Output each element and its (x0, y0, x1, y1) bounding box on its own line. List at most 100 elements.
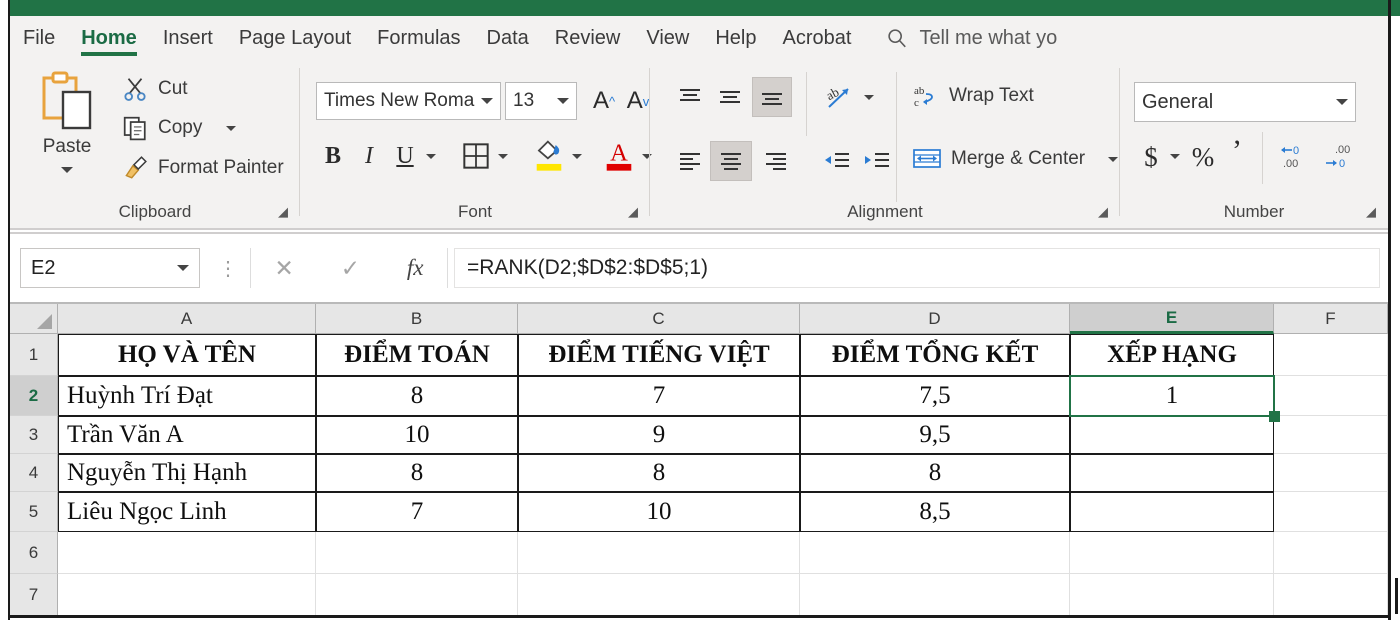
increase-indent-button[interactable] (858, 144, 896, 178)
cell-b1[interactable]: ĐIỂM TOÁN (316, 334, 518, 376)
cell-e4[interactable] (1070, 454, 1274, 492)
align-right-button[interactable] (758, 144, 794, 178)
cell-b5[interactable]: 7 (316, 492, 518, 532)
format-painter-button[interactable]: Format Painter (122, 155, 284, 181)
paste-button[interactable]: Paste (24, 70, 110, 195)
cell-c5[interactable]: 10 (518, 492, 800, 532)
cell-c7[interactable] (518, 574, 800, 616)
number-dialog-launcher-icon[interactable]: ◢ (1366, 204, 1376, 220)
font-name-chevron-down-icon[interactable] (481, 98, 493, 104)
tab-formulas[interactable]: Formulas (364, 16, 473, 60)
cell-b4[interactable]: 8 (316, 454, 518, 492)
underline-button[interactable]: U (388, 138, 422, 174)
font-color-button[interactable]: A (600, 134, 638, 176)
cell-e6[interactable] (1070, 532, 1274, 574)
tab-data[interactable]: Data (474, 16, 542, 60)
cell-b2[interactable]: 8 (316, 376, 518, 416)
cell-e7[interactable] (1070, 574, 1274, 616)
row-header-5[interactable]: 5 (10, 492, 58, 532)
tab-help[interactable]: Help (702, 16, 769, 60)
column-header-d[interactable]: D (800, 304, 1070, 334)
tab-page-layout[interactable]: Page Layout (226, 16, 364, 60)
underline-chevron-down-icon[interactable] (424, 150, 438, 162)
cell-c4[interactable]: 8 (518, 454, 800, 492)
font-dialog-launcher-icon[interactable]: ◢ (628, 204, 638, 220)
column-header-b[interactable]: B (316, 304, 518, 334)
fill-color-chevron-down-icon[interactable] (570, 150, 584, 162)
cell-d6[interactable] (800, 532, 1070, 574)
cell-f3[interactable] (1274, 416, 1388, 454)
cell-b7[interactable] (316, 574, 518, 616)
cell-e2[interactable]: 1 (1070, 376, 1274, 416)
cell-c2[interactable]: 7 (518, 376, 800, 416)
cell-f4[interactable] (1274, 454, 1388, 492)
copy-chevron-down-icon[interactable] (226, 125, 237, 131)
column-header-c[interactable]: C (518, 304, 800, 334)
decrease-indent-button[interactable] (818, 144, 856, 178)
bold-button[interactable]: B (316, 138, 350, 174)
cell-e3[interactable] (1070, 416, 1274, 454)
align-left-button[interactable] (672, 144, 708, 178)
copy-button[interactable]: Copy (122, 115, 237, 141)
currency-button[interactable]: $ (1138, 138, 1164, 176)
cell-e1[interactable]: XẾP HẠNG (1070, 334, 1274, 376)
orientation-button[interactable]: ab (820, 78, 858, 116)
align-middle-button[interactable] (712, 80, 748, 114)
cell-c6[interactable] (518, 532, 800, 574)
row-header-2[interactable]: 2 (10, 376, 58, 416)
name-box-chevron-down-icon[interactable] (177, 265, 189, 271)
merge-center-chevron-down-icon[interactable] (1108, 156, 1119, 162)
cell-f5[interactable] (1274, 492, 1388, 532)
row-header-3[interactable]: 3 (10, 416, 58, 454)
row-header-4[interactable]: 4 (10, 454, 58, 492)
column-header-a[interactable]: A (58, 304, 316, 334)
tell-me-search[interactable]: Tell me what yo (886, 27, 1057, 50)
comma-style-button[interactable]: ’ (1224, 132, 1250, 170)
cell-f7[interactable] (1274, 574, 1388, 616)
increase-font-size-button[interactable]: A ^ (588, 82, 620, 120)
increase-decimal-button[interactable]: 0 .00 (1276, 136, 1316, 176)
tab-home[interactable]: Home (68, 16, 150, 60)
cell-a3[interactable]: Trần Văn A (58, 416, 316, 454)
percent-style-button[interactable]: % (1188, 138, 1218, 176)
name-box[interactable]: E2 (20, 248, 200, 288)
paste-chevron-down-icon[interactable] (61, 167, 73, 173)
cell-a6[interactable] (58, 532, 316, 574)
cell-a7[interactable] (58, 574, 316, 616)
cell-d1[interactable]: ĐIỂM TỔNG KẾT (800, 334, 1070, 376)
cell-d3[interactable]: 9,5 (800, 416, 1070, 454)
fill-handle[interactable] (1269, 411, 1280, 422)
borders-button[interactable] (458, 138, 494, 174)
cell-a4[interactable]: Nguyễn Thị Hạnh (58, 454, 316, 492)
borders-chevron-down-icon[interactable] (496, 150, 510, 162)
fill-color-button[interactable] (530, 134, 568, 176)
cell-a5[interactable]: Liêu Ngọc Linh (58, 492, 316, 532)
cell-e5[interactable] (1070, 492, 1274, 532)
cell-c1[interactable]: ĐIỂM TIẾNG VIỆT (518, 334, 800, 376)
tab-insert[interactable]: Insert (150, 16, 226, 60)
align-center-button[interactable] (710, 141, 752, 181)
number-format-chevron-down-icon[interactable] (1336, 99, 1348, 105)
cell-f6[interactable] (1274, 532, 1388, 574)
tab-review[interactable]: Review (542, 16, 634, 60)
formula-input[interactable]: =RANK(D2;$D$2:$D$5;1) (454, 248, 1380, 288)
cell-a1[interactable]: HỌ VÀ TÊN (58, 334, 316, 376)
font-size-combo[interactable]: 13 (505, 82, 577, 120)
decrease-decimal-button[interactable]: .00 0 (1320, 136, 1360, 176)
column-header-f[interactable]: F (1274, 304, 1388, 334)
insert-function-icon[interactable]: fx (407, 255, 424, 281)
cell-f1[interactable] (1274, 334, 1388, 376)
cell-c3[interactable]: 9 (518, 416, 800, 454)
wrap-text-button[interactable]: ab c Wrap Text (912, 82, 1034, 110)
tab-file[interactable]: File (10, 16, 68, 60)
cell-f2[interactable] (1274, 376, 1388, 416)
italic-button[interactable]: I (352, 138, 386, 174)
clipboard-dialog-launcher-icon[interactable]: ◢ (278, 204, 288, 220)
font-name-combo[interactable]: Times New Roma (316, 82, 501, 120)
cell-b6[interactable] (316, 532, 518, 574)
cell-a2[interactable]: Huỳnh Trí Đạt (58, 376, 316, 416)
tab-view[interactable]: View (633, 16, 702, 60)
alignment-dialog-launcher-icon[interactable]: ◢ (1098, 204, 1108, 220)
row-header-1[interactable]: 1 (10, 334, 58, 376)
currency-chevron-down-icon[interactable] (1168, 150, 1182, 162)
